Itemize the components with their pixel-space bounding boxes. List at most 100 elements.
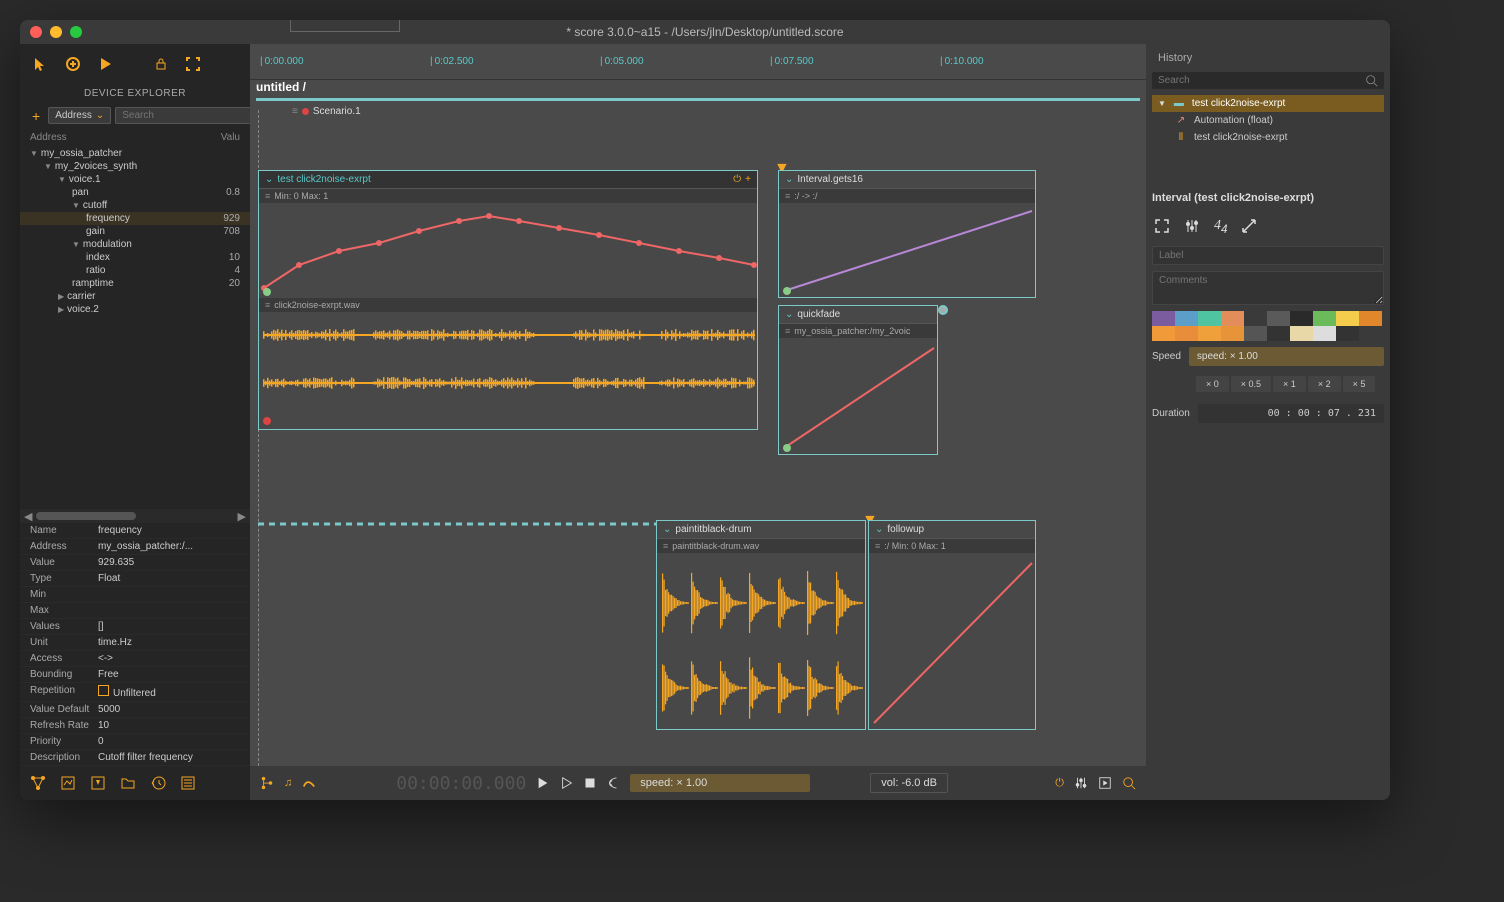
mini-ruler[interactable]: [290, 20, 400, 32]
stop-button[interactable]: [584, 777, 596, 789]
color-swatch[interactable]: [1313, 326, 1336, 341]
image-icon[interactable]: [90, 775, 106, 791]
power-icon[interactable]: ⏻: [1055, 777, 1064, 790]
interval-followup[interactable]: ⌄ followup ≡:/ Min: 0 Max: 1: [868, 520, 1036, 730]
tree-row[interactable]: ramptime20: [20, 277, 250, 290]
rewind-button[interactable]: [606, 776, 620, 790]
fit-tool-icon[interactable]: [184, 55, 202, 73]
color-swatch[interactable]: [1359, 311, 1382, 326]
search-icon[interactable]: [1365, 74, 1378, 87]
speed-preset-button[interactable]: × 2: [1308, 376, 1341, 392]
color-swatch[interactable]: [1221, 311, 1244, 326]
chevron-down-icon[interactable]: ⌄: [785, 309, 793, 320]
duration-value[interactable]: 00 : 00 : 07 . 231: [1198, 404, 1384, 423]
horizontal-scrollbar[interactable]: ◀ ▶: [20, 509, 250, 523]
color-swatch[interactable]: [1290, 311, 1313, 326]
automation-lane[interactable]: [779, 338, 937, 454]
color-swatch[interactable]: [1290, 326, 1313, 341]
history-search-input[interactable]: [1158, 75, 1365, 86]
automation-lane[interactable]: [779, 203, 1035, 297]
scenario-area[interactable]: ≡Scenario.1 ▼ ▼ ⌄ test click2noise-exrpt…: [250, 80, 1146, 766]
create-tool-icon[interactable]: [64, 55, 82, 73]
tree-row[interactable]: gain708: [20, 225, 250, 238]
color-swatch[interactable]: [1175, 311, 1198, 326]
volume-display[interactable]: vol: -6.0 dB: [870, 773, 948, 793]
color-swatch[interactable]: [1198, 326, 1221, 341]
minimize-window-button[interactable]: [50, 26, 62, 38]
tree-row[interactable]: ▼voice.1: [20, 173, 250, 186]
address-dropdown[interactable]: Address ⌄: [48, 107, 111, 124]
speed-value-display[interactable]: speed: × 1.00: [1189, 347, 1384, 366]
color-swatch[interactable]: [1267, 311, 1290, 326]
history-item[interactable]: ↗Automation (float): [1152, 112, 1384, 129]
interval-quickfade[interactable]: ⌄ quickfade ≡my_ossia_patcher:/my_2voic: [778, 305, 938, 455]
resize-icon[interactable]: [1241, 218, 1257, 236]
interval-header[interactable]: ⌄ Interval.gets16: [779, 171, 1035, 189]
speed-input[interactable]: speed: × 1.00: [630, 774, 810, 792]
interval-header[interactable]: ⌄ test click2noise-exrpt ⏻ +: [259, 171, 757, 189]
tree-row[interactable]: ratio4: [20, 264, 250, 277]
speed-preset-button[interactable]: × 0: [1196, 376, 1229, 392]
interval-header[interactable]: ⌄ followup: [869, 521, 1035, 539]
search-icon[interactable]: [1122, 776, 1136, 790]
output-icon[interactable]: [1098, 776, 1112, 790]
color-swatch[interactable]: [1198, 311, 1221, 326]
sync-point-icon[interactable]: [938, 305, 948, 315]
branch-icon[interactable]: [260, 776, 274, 790]
port-icon[interactable]: [263, 288, 271, 296]
history-item[interactable]: ⦀test click2noise-exrpt: [1152, 129, 1384, 146]
list-icon[interactable]: [180, 775, 196, 791]
tree-row[interactable]: ▶voice.2: [20, 303, 250, 316]
label-input[interactable]: [1152, 246, 1384, 265]
add-icon[interactable]: +: [745, 174, 751, 185]
color-swatch[interactable]: [1244, 311, 1267, 326]
checkbox[interactable]: [98, 685, 109, 696]
color-swatch[interactable]: [1313, 311, 1336, 326]
power-icon[interactable]: ⏻: [733, 174, 741, 185]
music-icon[interactable]: ♫: [284, 777, 292, 789]
color-swatch[interactable]: [1152, 311, 1175, 326]
time-signature-icon[interactable]: 44: [1214, 218, 1227, 236]
speed-preset-button[interactable]: × 1: [1273, 376, 1306, 392]
chevron-down-icon[interactable]: ⌄: [265, 174, 273, 185]
chevron-down-icon[interactable]: ⌄: [785, 174, 793, 185]
maximize-window-button[interactable]: [70, 26, 82, 38]
cursor-tool-icon[interactable]: [32, 55, 50, 73]
automation-lane[interactable]: [869, 553, 1035, 729]
chevron-down-icon[interactable]: ⌄: [663, 524, 671, 535]
tree-row[interactable]: ▼my_2voices_synth: [20, 160, 250, 173]
history-icon[interactable]: [150, 775, 166, 791]
chart-icon[interactable]: [60, 775, 76, 791]
nodes-icon[interactable]: [30, 775, 46, 791]
waveform-lane[interactable]: [657, 553, 865, 729]
interval-gets16[interactable]: ⌄ Interval.gets16 ≡:/ -> :/: [778, 170, 1036, 298]
interval-test-click2noise[interactable]: ⌄ test click2noise-exrpt ⏻ + ≡Min: 0 Max…: [258, 170, 758, 430]
expand-icon[interactable]: [1154, 218, 1170, 236]
chevron-down-icon[interactable]: ⌄: [875, 524, 883, 535]
curve-icon[interactable]: [302, 776, 316, 790]
tree-row[interactable]: ▼my_ossia_patcher: [20, 147, 250, 160]
port-icon[interactable]: [263, 417, 271, 425]
device-search-input[interactable]: [115, 107, 261, 124]
interval-header[interactable]: ⌄ paintitblack-drum: [657, 521, 865, 539]
color-swatch[interactable]: [1152, 326, 1175, 341]
speed-preset-button[interactable]: × 5: [1343, 376, 1376, 392]
tree-row[interactable]: index10: [20, 251, 250, 264]
color-swatch[interactable]: [1244, 326, 1267, 341]
folder-icon[interactable]: [120, 775, 136, 791]
tree-row[interactable]: frequency929: [20, 212, 250, 225]
device-tree[interactable]: ▼my_ossia_patcher▼my_2voices_synth▼voice…: [20, 147, 250, 316]
tree-row[interactable]: pan0.8: [20, 186, 250, 199]
interval-header[interactable]: ⌄ quickfade: [779, 306, 937, 324]
color-swatch[interactable]: [1336, 326, 1359, 341]
color-swatch[interactable]: [1175, 326, 1198, 341]
play-outline-button[interactable]: [560, 776, 574, 790]
color-swatch[interactable]: [1336, 311, 1359, 326]
close-window-button[interactable]: [30, 26, 42, 38]
play-button[interactable]: [536, 776, 550, 790]
scroll-thumb[interactable]: [36, 512, 136, 520]
color-swatch[interactable]: [1221, 326, 1244, 341]
interval-paintitblack[interactable]: ⌄ paintitblack-drum ≡paintitblack-drum.w…: [656, 520, 866, 730]
timeline-ruler[interactable]: |0:00.000|0:02.500|0:05.000|0:07.500|0:1…: [250, 44, 1146, 80]
color-swatch[interactable]: [1267, 326, 1290, 341]
